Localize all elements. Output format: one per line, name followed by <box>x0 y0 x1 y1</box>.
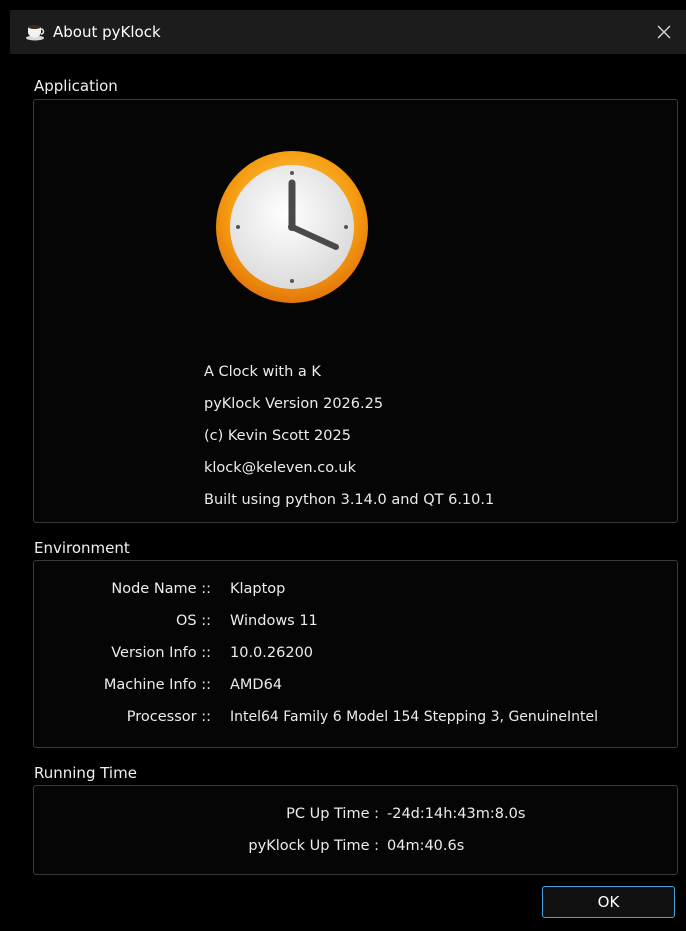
env-key: OS :: <box>176 613 211 629</box>
close-icon <box>657 25 671 39</box>
run-row-pc-uptime: PC Up Time : -24d:14h:43m:8.0s <box>34 806 677 828</box>
environment-group: Node Name :: Klaptop OS :: Windows 11 Ve… <box>33 560 678 748</box>
run-value: 04m:40.6s <box>387 838 465 854</box>
app-email: klock@keleven.co.uk <box>204 460 357 476</box>
env-key: Node Name :: <box>111 581 211 597</box>
run-value: -24d:14h:43m:8.0s <box>387 806 526 822</box>
environment-heading: Environment <box>34 539 130 557</box>
about-dialog: About pyKlock Application A Clock with a… <box>10 10 686 931</box>
run-key: pyKlock Up Time : <box>248 838 379 854</box>
env-row-version-info: Version Info :: 10.0.26200 <box>34 645 677 667</box>
coffee-cup-icon <box>26 25 45 41</box>
env-key: Processor :: <box>126 709 211 725</box>
env-value: Windows 11 <box>230 613 318 629</box>
app-version: pyKlock Version 2026.25 <box>204 396 384 412</box>
app-build-info: Built using python 3.14.0 and QT 6.10.1 <box>204 492 495 508</box>
env-value: 10.0.26200 <box>230 645 314 661</box>
run-row-pyklock-uptime: pyKlock Up Time : 04m:40.6s <box>34 838 677 860</box>
app-copyright: (c) Kevin Scott 2025 <box>204 428 351 444</box>
title-bar: About pyKlock <box>10 10 686 54</box>
window-title: About pyKlock <box>53 23 161 41</box>
running-time-group: PC Up Time : -24d:14h:43m:8.0s pyKlock U… <box>33 785 678 875</box>
ok-button[interactable]: OK <box>542 886 675 918</box>
env-row-os: OS :: Windows 11 <box>34 613 677 635</box>
run-key: PC Up Time : <box>286 806 379 822</box>
env-key: Machine Info :: <box>103 677 211 693</box>
env-value: Klaptop <box>230 581 286 597</box>
app-tagline: A Clock with a K <box>204 364 321 380</box>
application-group: A Clock with a K pyKlock Version 2026.25… <box>33 99 678 523</box>
running-time-heading: Running Time <box>34 764 137 782</box>
application-heading: Application <box>34 77 118 95</box>
env-row-processor: Processor :: Intel64 Family 6 Model 154 … <box>34 709 677 731</box>
env-value: AMD64 <box>230 677 283 693</box>
env-row-machine-info: Machine Info :: AMD64 <box>34 677 677 699</box>
env-row-node-name: Node Name :: Klaptop <box>34 581 677 603</box>
close-button[interactable] <box>642 10 686 54</box>
env-value: Intel64 Family 6 Model 154 Stepping 3, G… <box>230 709 599 725</box>
env-key: Version Info :: <box>111 645 211 661</box>
clock-icon <box>216 151 368 303</box>
